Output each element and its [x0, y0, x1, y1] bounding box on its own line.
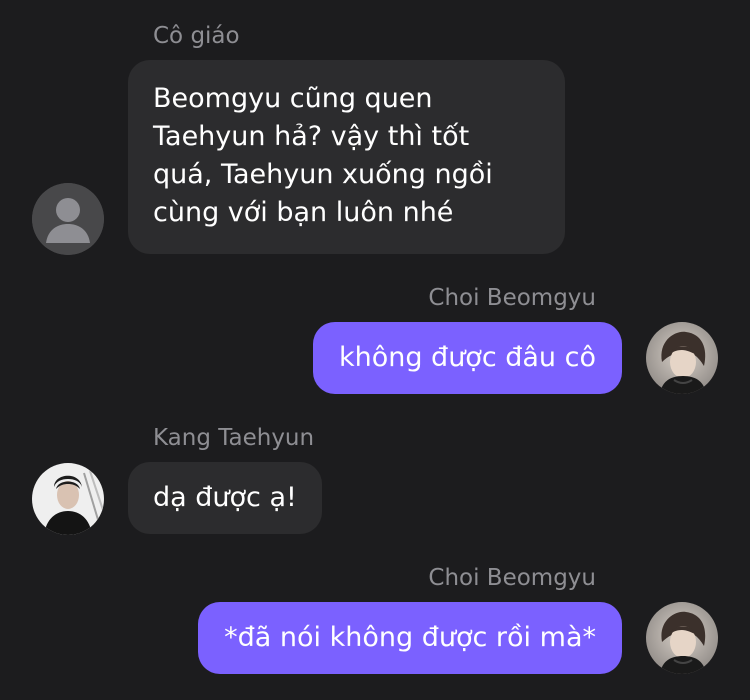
message-text: không được đâu cô — [338, 342, 596, 373]
default-avatar-icon[interactable] — [32, 183, 104, 255]
chat-screen: Cô giáo Beomgyu cũng quen Taehyun hả? vậ… — [0, 0, 750, 700]
message-bubble[interactable]: Beomgyu cũng quen Taehyun hả? vậy thì tố… — [128, 60, 565, 254]
message-line: cùng với bạn luôn nhé — [153, 197, 454, 228]
sender-name: Choi Beomgyu — [428, 565, 596, 591]
sender-name: Kang Taehyun — [153, 425, 315, 451]
message-bubble[interactable]: dạ được ạ! — [128, 462, 322, 534]
message-bubble[interactable]: không được đâu cô — [312, 322, 622, 394]
message-line: Taehyun hả? vậy thì tốt — [153, 121, 470, 152]
message-text: *đã nói không được rồi mà* — [224, 622, 596, 653]
sender-name: Cô giáo — [153, 23, 240, 49]
beomgyu-avatar[interactable] — [646, 602, 718, 674]
message-bubble[interactable]: *đã nói không được rồi mà* — [198, 602, 622, 674]
message-line: quá, Taehyun xuống ngồi — [153, 159, 493, 190]
beomgyu-avatar[interactable] — [646, 322, 718, 394]
message-line: Beomgyu cũng quen — [153, 83, 433, 114]
sender-name: Choi Beomgyu — [428, 285, 596, 311]
taehyun-avatar[interactable] — [32, 463, 104, 535]
message-text: dạ được ạ! — [153, 482, 297, 513]
